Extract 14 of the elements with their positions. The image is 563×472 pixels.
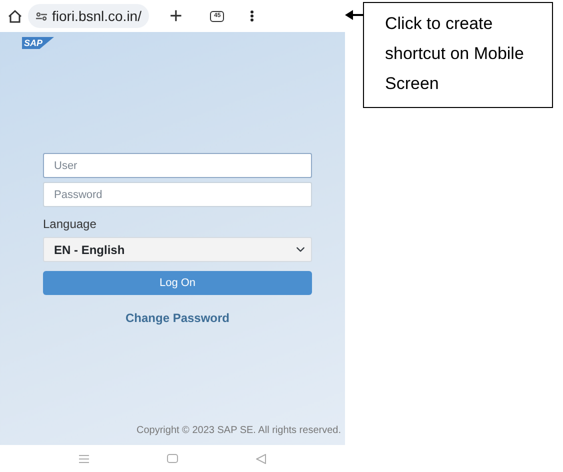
logo: SAP: [22, 37, 54, 49]
change-password-link[interactable]: Change Password: [43, 309, 312, 327]
copyright-text: Copyright © 2023 SAP SE. All rights reserved.: [135, 424, 342, 438]
menu-icon[interactable]: [250, 10, 254, 22]
user-field[interactable]: User: [43, 153, 312, 178]
annotation-callout: Click to create shortcut on Mobile Screen: [363, 2, 553, 108]
home-icon[interactable]: [8, 10, 22, 22]
arrow-icon: [345, 10, 363, 20]
language-label: Language: [43, 216, 98, 233]
language-dropdown[interactable]: EN - English: [43, 237, 312, 262]
password-field[interactable]: Password: [43, 182, 312, 207]
address-bar[interactable]: fiori.bsnl.co.in/: [28, 4, 150, 28]
new-tab-button[interactable]: +: [169, 5, 182, 27]
tune-icon[interactable]: [36, 12, 47, 20]
